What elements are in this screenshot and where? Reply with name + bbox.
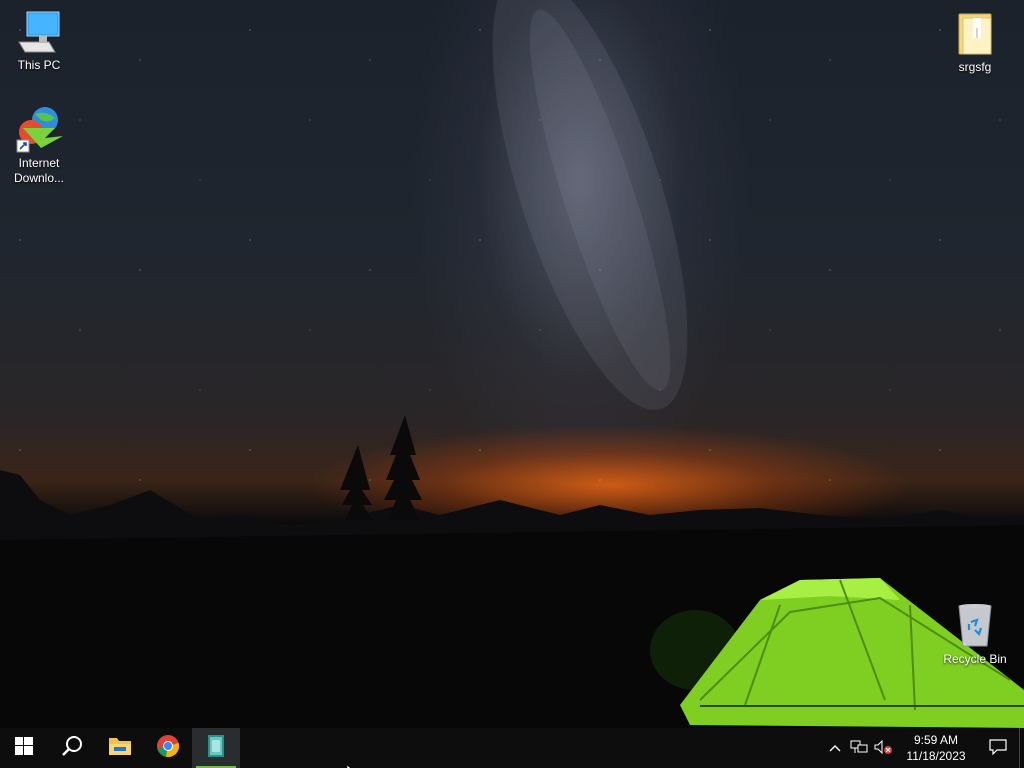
volume-muted-icon — [874, 739, 892, 757]
desktop-icon-label: srgsfg — [958, 60, 992, 74]
wallpaper-landscape — [0, 0, 1024, 728]
desktop-icon-internet-download-manager[interactable]: Internet Downlo... — [0, 106, 78, 186]
windows-start-icon — [15, 736, 33, 760]
desktop-icon-label: Internet Downlo... — [13, 156, 65, 185]
action-center-button[interactable] — [977, 728, 1019, 768]
chrome-taskbar-button[interactable] — [144, 728, 192, 768]
notification-icon — [989, 738, 1007, 758]
network-icon — [850, 740, 868, 757]
desktop-icon-srgsfg-folder[interactable]: srgsfg — [936, 10, 1014, 75]
file-explorer-taskbar-button[interactable] — [96, 728, 144, 768]
show-desktop-button[interactable] — [1019, 728, 1024, 768]
this-pc-icon — [15, 8, 63, 56]
app-icon — [206, 734, 226, 763]
internet-download-manager-icon — [15, 106, 63, 154]
system-tray: 9:59 AM 11/18/2023 — [823, 728, 1024, 768]
desktop-icon-label: Recycle Bin — [943, 652, 1007, 666]
desktop-icon-this-pc[interactable]: This PC — [0, 8, 78, 73]
search-icon — [61, 735, 83, 762]
active-app-taskbar-button[interactable] — [192, 728, 240, 768]
start-button[interactable] — [0, 728, 48, 768]
chrome-icon — [156, 734, 180, 763]
network-tray-button[interactable] — [847, 728, 871, 768]
desktop-icon-label: This PC — [17, 58, 61, 72]
recycle-bin-icon — [951, 602, 999, 650]
chevron-up-icon — [829, 741, 841, 755]
taskbar-clock[interactable]: 9:59 AM 11/18/2023 — [901, 732, 971, 764]
show-hidden-icons-button[interactable] — [823, 728, 847, 768]
volume-tray-button[interactable] — [871, 728, 895, 768]
clock-time: 9:59 AM — [913, 733, 959, 747]
desktop-wallpaper: This PC Internet Downlo... srgsfg Recycl… — [0, 0, 1024, 728]
clock-date: 11/18/2023 — [906, 749, 966, 763]
file-explorer-icon — [108, 735, 132, 762]
folder-icon — [951, 10, 999, 58]
taskbar: 9:59 AM 11/18/2023 — [0, 728, 1024, 768]
search-button[interactable] — [48, 728, 96, 768]
mouse-cursor-icon — [346, 760, 355, 768]
desktop-icon-recycle-bin[interactable]: Recycle Bin — [936, 602, 1014, 667]
